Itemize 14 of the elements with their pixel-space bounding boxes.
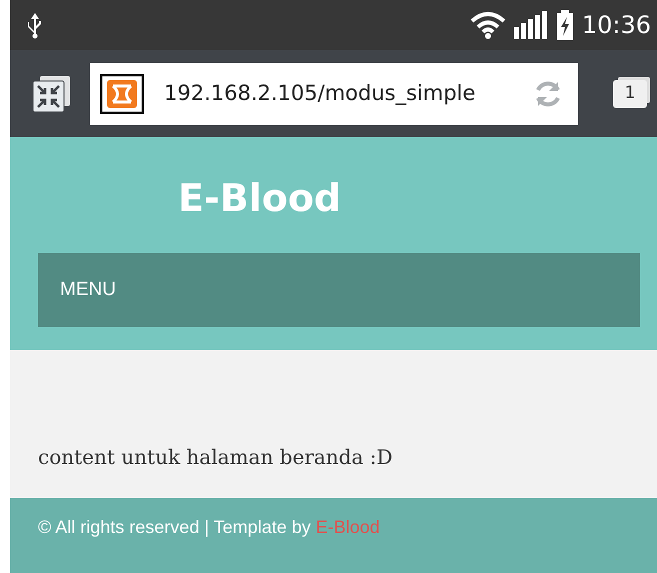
url-text: 192.168.2.105/modus_simple — [164, 80, 476, 107]
clock-text: 10:36 — [582, 10, 651, 41]
tab-count-button[interactable]: 1 — [613, 80, 647, 108]
site-favicon-icon — [100, 74, 144, 114]
battery-charging-icon — [556, 10, 574, 40]
address-bar[interactable]: 192.168.2.105/modus_simple — [90, 62, 578, 124]
site-title: E-Blood — [178, 175, 342, 222]
tabs-overview-icon[interactable] — [32, 74, 72, 112]
footer-text: © All rights reserved | Template by E-Blood — [38, 516, 381, 539]
content-text: content untuk halaman beranda :D — [38, 444, 394, 471]
wifi-icon — [470, 11, 506, 39]
menu-button[interactable]: MENU — [38, 253, 640, 327]
usb-icon — [26, 11, 44, 39]
signal-icon — [514, 11, 548, 39]
